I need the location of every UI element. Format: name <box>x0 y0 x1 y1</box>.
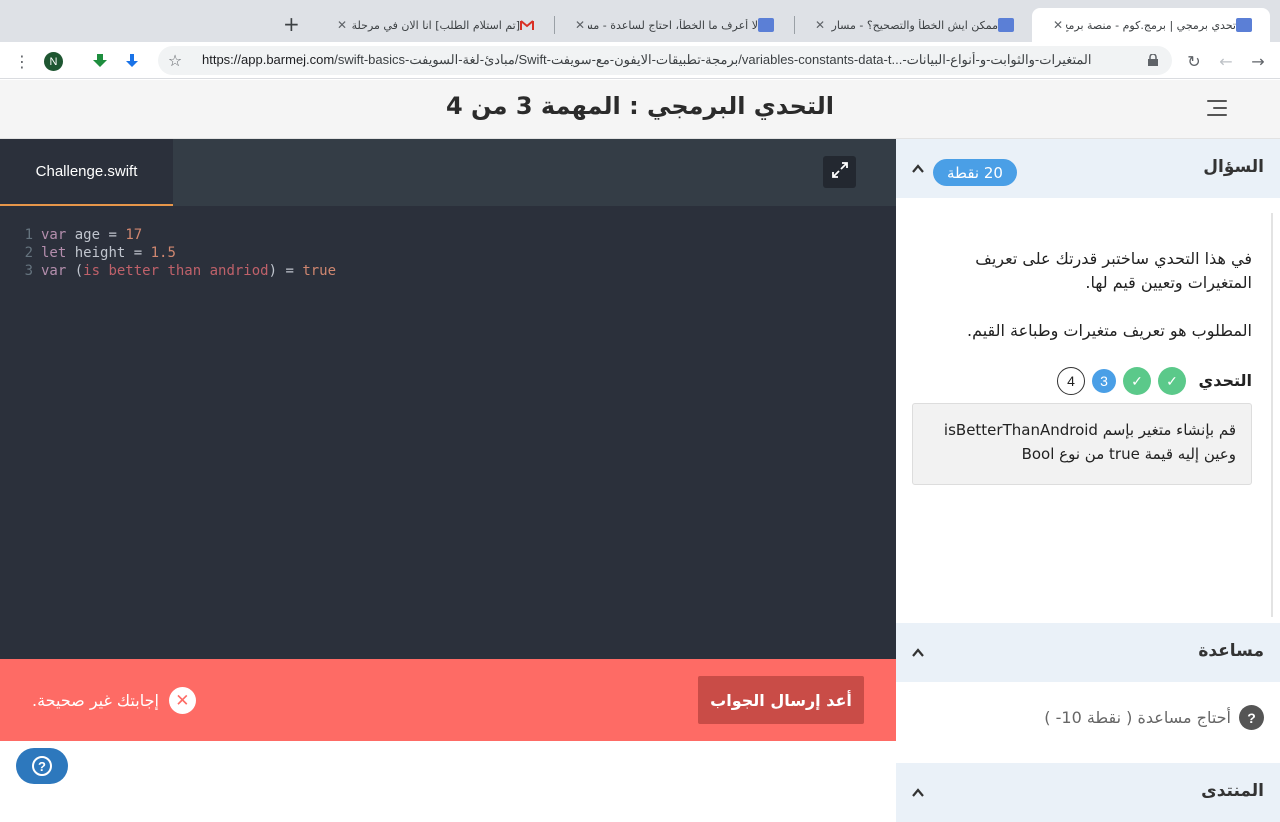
code-token: ) = <box>268 263 303 279</box>
result-bar: أعد إرسال الجواب ✕ إجابتك غير صحيحة. <box>0 659 896 741</box>
question-mark-icon: ? <box>1239 705 1264 730</box>
more-menu-icon[interactable]: ⋮ <box>12 51 32 71</box>
help-section-title: مساعدة <box>1198 641 1264 661</box>
task-line: قم بإنشاء متغير بإسم isBetterThanAndroid <box>943 421 1236 439</box>
step-4[interactable]: 4 <box>1057 367 1085 395</box>
address-bar[interactable]: ☆ https://app.barmej.com/swift-basics-مب… <box>158 46 1172 75</box>
line-number: 3 <box>24 263 33 279</box>
question-mark-icon: ? <box>32 756 52 776</box>
challenge-label: التحدي <box>1198 371 1252 390</box>
close-icon[interactable]: ✕ <box>572 17 588 33</box>
barmej-icon <box>758 18 774 32</box>
line-number: 1 <box>24 227 33 243</box>
code-token: true <box>302 263 337 279</box>
tab-separator <box>554 16 555 34</box>
editor-tab-bar: Challenge.swift <box>0 139 896 206</box>
back-arrow-icon[interactable]: ← <box>1216 51 1236 71</box>
wrong-answer-message: ✕ إجابتك غير صحيحة. <box>32 687 196 714</box>
reload-icon[interactable]: ↻ <box>1184 51 1204 71</box>
lock-icon[interactable] <box>1148 53 1158 69</box>
code-line[interactable]: 2 let height = 1.5 <box>0 244 896 262</box>
code-token: age = <box>66 227 126 243</box>
need-help-text: أحتاج مساعدة ( نقطة 10- ) <box>1044 708 1231 727</box>
url-text[interactable]: https://app.barmej.com/swift-basics-مباد… <box>202 52 1142 68</box>
close-icon[interactable]: ✕ <box>1050 17 1066 33</box>
download-green-icon[interactable] <box>90 51 110 71</box>
scrollbar-track[interactable] <box>1271 213 1273 617</box>
code-token: 17 <box>125 227 143 243</box>
code-line[interactable]: 1 var age = 17 <box>0 226 896 244</box>
code-token: is better than andriod <box>83 263 269 279</box>
code-token: let <box>41 245 67 261</box>
code-area[interactable]: 1 var age = 17 2 let height = 1.5 3 var (is b… <box>0 226 896 280</box>
task-instructions-box: قم بإنشاء متغير بإسم isBetterThanAndroid… <box>912 403 1252 485</box>
task-line: وعين إليه قيمة true من نوع Bool <box>1021 445 1236 463</box>
browser-tab-gmail[interactable]: [تم استلام الطلب] انا الان في مرحلة ript… <box>316 8 552 42</box>
step-1-checkmark-icon[interactable]: ✓ <box>1158 367 1186 395</box>
description-paragraph: في هذا التحدي ساختبر قدرتك على تعريف الم… <box>975 249 1252 292</box>
help-section-header[interactable]: مساعدة <box>896 623 1280 682</box>
tab-title: ممكن ايش الخطأ والتصحيح؟ - مسار برم <box>828 18 998 32</box>
close-icon[interactable]: ✕ <box>812 17 828 33</box>
gmail-icon <box>520 19 534 31</box>
bookmark-star-icon[interactable]: ☆ <box>165 50 185 70</box>
question-description: في هذا التحدي ساختبر قدرتك على تعريف الم… <box>932 247 1252 367</box>
challenge-steps: 4 3 ✓ ✓ <box>1057 367 1186 395</box>
forward-arrow-icon[interactable]: → <box>1248 51 1268 71</box>
description-paragraph: المطلوب هو تعريف متغيرات وطباعة القيم. <box>966 321 1252 340</box>
points-badge: 20 نقطة <box>933 159 1017 186</box>
code-editor[interactable]: Challenge.swift 1 var age = 17 2 let height… <box>0 139 896 659</box>
line-number: 2 <box>24 245 33 261</box>
code-token: var <box>41 263 67 279</box>
tab-title: تحدي برمجي | برمج.كوم - منصة برمج لت <box>1066 18 1236 32</box>
forum-section-title: المنتدى <box>1201 781 1264 801</box>
chevron-up-icon[interactable] <box>911 785 925 799</box>
browser-tab-strip: [تم استلام الطلب] انا الان في مرحلة ript… <box>0 0 1280 42</box>
question-section-header[interactable]: السؤال 20 نقطة <box>896 139 1280 198</box>
tab-title: لا أعرف ما الخطأ، احتاج لساعدة - مسار <box>588 18 758 32</box>
browser-tab-barmej-2[interactable]: ممكن ايش الخطأ والتصحيح؟ - مسار برم ✕ <box>796 8 1032 42</box>
code-token: 1.5 <box>150 245 176 261</box>
expand-icon <box>831 162 848 182</box>
new-tab-button[interactable]: + <box>283 14 300 34</box>
forum-section-header[interactable]: المنتدى <box>896 763 1280 822</box>
fullscreen-expand-button[interactable] <box>823 156 856 188</box>
chevron-up-icon[interactable] <box>911 161 925 175</box>
barmej-icon <box>998 18 1014 32</box>
code-token: var <box>41 227 67 243</box>
code-line[interactable]: 3 var (is better than andriod) = true <box>0 262 896 280</box>
need-help-link[interactable]: ? أحتاج مساعدة ( نقطة 10- ) <box>1044 705 1264 730</box>
barmej-icon <box>1236 18 1252 32</box>
question-section-title: السؤال <box>1203 157 1264 177</box>
question-panel: السؤال 20 نقطة في هذا التحدي ساختبر قدرت… <box>896 139 1280 822</box>
profile-avatar[interactable]: N <box>44 52 63 71</box>
browser-tab-barmej-1[interactable]: لا أعرف ما الخطأ، احتاج لساعدة - مسار ✕ <box>556 8 792 42</box>
browser-toolbar: ⋮ N ☆ https://app.barmej.com/swift-basic… <box>0 42 1280 79</box>
page-title: التحدي البرمجي : المهمة 3 من 4 <box>445 92 834 120</box>
download-icon[interactable] <box>122 51 142 71</box>
error-x-icon: ✕ <box>168 687 196 714</box>
wrong-answer-text: إجابتك غير صحيحة. <box>32 691 159 710</box>
app-header: التحدي البرمجي : المهمة 3 من 4 <box>0 80 1280 139</box>
hamburger-menu-icon[interactable] <box>1207 100 1227 118</box>
step-2-checkmark-icon[interactable]: ✓ <box>1123 367 1151 395</box>
code-token: height = <box>66 245 151 261</box>
chevron-up-icon[interactable] <box>911 645 925 659</box>
code-token: ( <box>66 263 84 279</box>
tab-separator <box>794 16 795 34</box>
close-icon[interactable]: ✕ <box>334 17 350 33</box>
step-3-current[interactable]: 3 <box>1092 369 1116 393</box>
tab-title: [تم استلام الطلب] انا الان في مرحلة ript <box>350 18 520 32</box>
help-floating-button[interactable]: ? <box>16 748 68 784</box>
resubmit-answer-button[interactable]: أعد إرسال الجواب <box>698 676 864 724</box>
file-tab-challenge-swift[interactable]: Challenge.swift <box>0 139 173 206</box>
browser-tab-active[interactable]: تحدي برمجي | برمج.كوم - منصة برمج لت ✕ <box>1032 8 1270 42</box>
